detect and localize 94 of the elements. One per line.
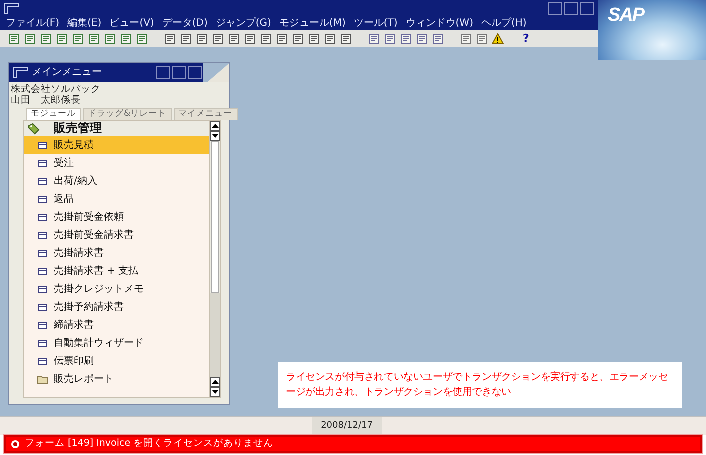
- document-icon[interactable]: [196, 32, 208, 44]
- menu-item[interactable]: モジュール(M): [279, 18, 346, 30]
- window-icon: [13, 66, 29, 78]
- tag-icon: [28, 122, 40, 134]
- document-icon[interactable]: [460, 32, 472, 44]
- menu-item[interactable]: ツール(T): [354, 18, 398, 30]
- document-icon[interactable]: [368, 32, 380, 44]
- tree-item[interactable]: 売掛前受金依頼: [24, 208, 209, 226]
- maximize-button[interactable]: [564, 2, 578, 15]
- document-icon[interactable]: [244, 32, 256, 44]
- document-icon[interactable]: [212, 32, 224, 44]
- tab[interactable]: ドラッグ&リレート: [83, 108, 172, 120]
- document-icon[interactable]: [104, 32, 116, 44]
- form-icon: [37, 304, 48, 310]
- tree-item[interactable]: 売掛請求書: [24, 244, 209, 262]
- form-icon: [37, 160, 48, 166]
- tree-item[interactable]: 出荷/納入: [24, 172, 209, 190]
- menu-item[interactable]: ウィンドウ(W): [406, 18, 474, 30]
- window-title: メインメニュー: [32, 66, 102, 78]
- menu-item[interactable]: ヘルプ(H): [481, 18, 527, 30]
- tree-item[interactable]: 返品: [24, 190, 209, 208]
- tab[interactable]: マイメニュー: [174, 108, 238, 120]
- scroll-down-button[interactable]: [210, 387, 220, 397]
- tree-item[interactable]: 伝票印刷: [24, 352, 209, 370]
- tree-item[interactable]: 受注: [24, 154, 209, 172]
- close-button[interactable]: [580, 2, 594, 15]
- document-icon[interactable]: [56, 32, 68, 44]
- warning-icon[interactable]: [492, 32, 504, 44]
- scroll-up-button[interactable]: [210, 121, 220, 131]
- status-date: 2008/12/17: [312, 417, 382, 435]
- tree-item[interactable]: 売掛請求書 + 支払: [24, 262, 209, 280]
- form-icon: [37, 232, 48, 238]
- error-icon: [11, 440, 20, 448]
- minimize-button[interactable]: [156, 66, 170, 79]
- tree-group-item[interactable]: 販売管理: [24, 121, 209, 136]
- document-icon[interactable]: [432, 32, 444, 44]
- tree-item[interactable]: 売掛クレジットメモ: [24, 280, 209, 298]
- menu-item[interactable]: データ(D): [162, 18, 208, 30]
- form-icon: [37, 358, 48, 364]
- form-icon: [37, 286, 48, 292]
- document-icon[interactable]: [40, 32, 52, 44]
- document-icon[interactable]: [24, 32, 36, 44]
- scrollbar[interactable]: [209, 121, 220, 397]
- form-icon: [37, 250, 48, 256]
- form-icon: [37, 340, 48, 346]
- tree-item[interactable]: 販売見積: [24, 136, 209, 154]
- menu-item[interactable]: 編集(E): [68, 18, 102, 30]
- document-icon[interactable]: [228, 32, 240, 44]
- form-icon: [37, 322, 48, 328]
- form-icon: [37, 178, 48, 184]
- scroll-thumb[interactable]: [211, 141, 219, 293]
- document-icon[interactable]: [416, 32, 428, 44]
- tab[interactable]: モジュール: [26, 108, 81, 120]
- tree-item[interactable]: 売掛予約請求書: [24, 298, 209, 316]
- document-icon[interactable]: [88, 32, 100, 44]
- error-message: フォーム [149] Invoice を開くライセンスがありません: [25, 438, 274, 450]
- scroll-down-button[interactable]: [210, 131, 220, 141]
- document-icon[interactable]: [260, 32, 272, 44]
- form-icon: [37, 214, 48, 220]
- document-icon[interactable]: [400, 32, 412, 44]
- document-icon[interactable]: [72, 32, 84, 44]
- document-icon[interactable]: [164, 32, 176, 44]
- document-icon[interactable]: [324, 32, 336, 44]
- maximize-button[interactable]: [172, 66, 186, 79]
- form-icon: [37, 196, 48, 202]
- menu-item[interactable]: ファイル(F): [6, 18, 60, 30]
- form-icon: [37, 268, 48, 274]
- help-button[interactable]: ?: [520, 32, 532, 44]
- form-icon: [37, 142, 48, 148]
- company-name: 株式会社ソルパック: [10, 84, 102, 95]
- close-button[interactable]: [188, 66, 202, 79]
- scroll-up-button[interactable]: [210, 377, 220, 387]
- document-icon[interactable]: [276, 32, 288, 44]
- menu-item[interactable]: ビュー(V): [110, 18, 154, 30]
- tree-item[interactable]: 販売レポート: [24, 370, 209, 388]
- document-icon[interactable]: [308, 32, 320, 44]
- window-icon: [4, 2, 20, 14]
- minimize-button[interactable]: [548, 2, 562, 15]
- document-icon[interactable]: [8, 32, 20, 44]
- tree-item[interactable]: 締請求書: [24, 316, 209, 334]
- logo: SAP: [608, 5, 644, 27]
- menu-item[interactable]: ジャンプ(G): [216, 18, 272, 30]
- user-name: 山田 太郎係長: [10, 95, 82, 106]
- tree-item[interactable]: 売掛前受金請求書: [24, 226, 209, 244]
- annotation-callout: ライセンスが付与されていないユーザでトランザクションを実行すると、エラーメッセージが出力され、トランザクションを使用できない: [278, 362, 682, 408]
- tree-item[interactable]: 自動集計ウィザード: [24, 334, 209, 352]
- document-icon[interactable]: [476, 32, 488, 44]
- document-icon[interactable]: [340, 32, 352, 44]
- folder-icon: [37, 374, 48, 384]
- document-icon[interactable]: [180, 32, 192, 44]
- document-icon[interactable]: [384, 32, 396, 44]
- document-icon[interactable]: [136, 32, 148, 44]
- document-icon[interactable]: [292, 32, 304, 44]
- document-icon[interactable]: [120, 32, 132, 44]
